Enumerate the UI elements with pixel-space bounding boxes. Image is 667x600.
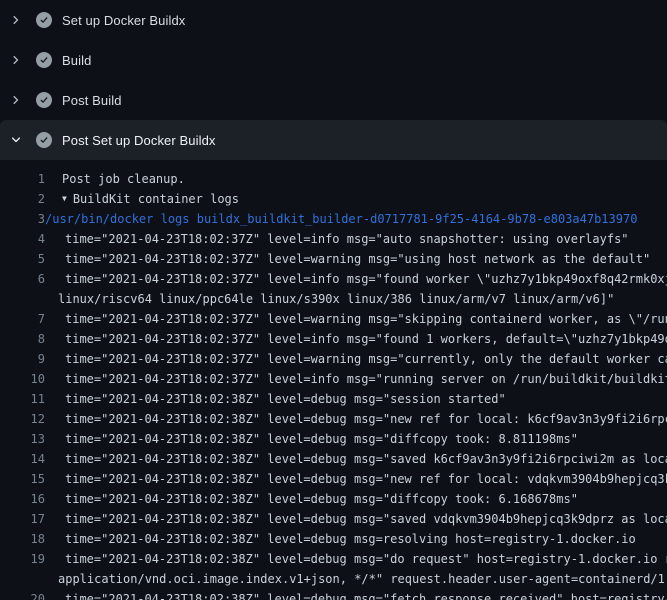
log-line-number[interactable]: 19 xyxy=(0,549,45,569)
check-circle-icon xyxy=(36,132,52,148)
log-line-number[interactable]: 20 xyxy=(0,589,45,600)
log-line-number[interactable]: 11 xyxy=(0,389,45,409)
step-label: Build xyxy=(62,53,91,68)
chevron-right-icon[interactable] xyxy=(10,14,22,26)
log-line-text: time="2021-04-23T18:02:37Z" level=info m… xyxy=(65,369,667,389)
log-line: 16 time="2021-04-23T18:02:38Z" level=deb… xyxy=(0,489,667,509)
chevron-down-icon[interactable] xyxy=(10,134,22,146)
log-line: 17 time="2021-04-23T18:02:38Z" level=deb… xyxy=(0,509,667,529)
log-line-number[interactable]: 10 xyxy=(0,369,45,389)
step-row[interactable]: Post Build xyxy=(0,80,667,120)
log-line: 15 time="2021-04-23T18:02:38Z" level=deb… xyxy=(0,469,667,489)
log-line: 18 time="2021-04-23T18:02:38Z" level=deb… xyxy=(0,529,667,549)
log-line-text: time="2021-04-23T18:02:37Z" level=warnin… xyxy=(65,349,667,369)
log-line: 7 time="2021-04-23T18:02:37Z" level=warn… xyxy=(0,309,667,329)
log-line-number[interactable]: 5 xyxy=(0,249,45,269)
log-line-text: time="2021-04-23T18:02:38Z" level=debug … xyxy=(65,549,667,569)
log-line-number[interactable]: 7 xyxy=(0,309,45,329)
log-line-text: time="2021-04-23T18:02:38Z" level=debug … xyxy=(65,529,636,549)
log-line-number[interactable]: 12 xyxy=(0,409,45,429)
log-line: 5 time="2021-04-23T18:02:37Z" level=warn… xyxy=(0,249,667,269)
log-line: 8 time="2021-04-23T18:02:37Z" level=info… xyxy=(0,329,667,349)
log-line-number[interactable]: 16 xyxy=(0,489,45,509)
log-line: 14 time="2021-04-23T18:02:38Z" level=deb… xyxy=(0,449,667,469)
log-line-text: linux/riscv64 linux/ppc64le linux/s390x … xyxy=(58,289,614,309)
log-line-text: time="2021-04-23T18:02:37Z" level=info m… xyxy=(65,229,629,249)
log-line-text: time="2021-04-23T18:02:37Z" level=info m… xyxy=(65,269,667,289)
log-line-text: time="2021-04-23T18:02:38Z" level=debug … xyxy=(65,389,506,409)
check-circle-icon xyxy=(36,92,52,108)
log-line-text: time="2021-04-23T18:02:38Z" level=debug … xyxy=(65,489,578,509)
log-line-text: time="2021-04-23T18:02:37Z" level=info m… xyxy=(65,329,667,349)
log-line-number[interactable]: 18 xyxy=(0,529,45,549)
log-line: 4 time="2021-04-23T18:02:37Z" level=info… xyxy=(0,229,667,249)
log-line-number[interactable]: 3 xyxy=(0,209,45,229)
log-line-number[interactable]: 17 xyxy=(0,509,45,529)
step-label: Post Set up Docker Buildx xyxy=(62,133,216,148)
log-line-number[interactable]: 14 xyxy=(0,449,45,469)
log-line: 3 /usr/bin/docker logs buildx_buildkit_b… xyxy=(0,209,667,229)
log-line-text: BuildKit container logs xyxy=(73,189,239,209)
log-line-number[interactable]: 8 xyxy=(0,329,45,349)
log-line-number[interactable]: 9 xyxy=(0,349,45,369)
log-line-text: time="2021-04-23T18:02:37Z" level=warnin… xyxy=(65,249,650,269)
log-line-text: application/vnd.oci.image.index.v1+json,… xyxy=(58,569,667,589)
log-line: application/vnd.oci.image.index.v1+json,… xyxy=(0,569,667,589)
step-label: Set up Docker Buildx xyxy=(62,13,185,28)
log-lines-container: 1 Post job cleanup. 2 ▼ BuildKit containe… xyxy=(0,160,667,600)
step-label: Post Build xyxy=(62,93,122,108)
log-line-text: time="2021-04-23T18:02:37Z" level=warnin… xyxy=(65,309,667,329)
log-line-number[interactable]: 6 xyxy=(0,269,45,289)
group-collapse-caret-icon[interactable]: ▼ xyxy=(62,189,67,209)
log-line-text: /usr/bin/docker logs buildx_buildkit_bui… xyxy=(45,209,637,229)
log-line-number[interactable] xyxy=(0,289,45,309)
steps-list: Set up Docker Buildx Build Post Build Po… xyxy=(0,0,667,160)
log-line-number[interactable] xyxy=(0,569,45,589)
log-line-text: Post job cleanup. xyxy=(62,169,185,189)
log-line-number[interactable]: 2 xyxy=(0,189,45,209)
log-line: 10 time="2021-04-23T18:02:37Z" level=inf… xyxy=(0,369,667,389)
log-line: 11 time="2021-04-23T18:02:38Z" level=deb… xyxy=(0,389,667,409)
log-line-text: time="2021-04-23T18:02:38Z" level=debug … xyxy=(65,409,667,429)
check-circle-icon xyxy=(36,52,52,68)
log-line: 19 time="2021-04-23T18:02:38Z" level=deb… xyxy=(0,549,667,569)
log-line: 9 time="2021-04-23T18:02:37Z" level=warn… xyxy=(0,349,667,369)
log-line: 1 Post job cleanup. xyxy=(0,169,667,189)
check-circle-icon xyxy=(36,12,52,28)
log-line: 6 time="2021-04-23T18:02:37Z" level=info… xyxy=(0,269,667,289)
step-row[interactable]: Set up Docker Buildx xyxy=(0,0,667,40)
log-line-text: time="2021-04-23T18:02:38Z" level=debug … xyxy=(65,589,667,600)
log-line-text: time="2021-04-23T18:02:38Z" level=debug … xyxy=(65,429,578,449)
log-line-number[interactable]: 13 xyxy=(0,429,45,449)
log-line: 12 time="2021-04-23T18:02:38Z" level=deb… xyxy=(0,409,667,429)
log-line-text: time="2021-04-23T18:02:38Z" level=debug … xyxy=(65,469,667,489)
log-line-number[interactable]: 1 xyxy=(0,169,45,189)
log-line-number[interactable]: 15 xyxy=(0,469,45,489)
step-row[interactable]: Build xyxy=(0,40,667,80)
log-line-text: time="2021-04-23T18:02:38Z" level=debug … xyxy=(65,449,667,469)
log-line: 13 time="2021-04-23T18:02:38Z" level=deb… xyxy=(0,429,667,449)
step-row[interactable]: Post Set up Docker Buildx xyxy=(0,120,667,160)
log-line-text: time="2021-04-23T18:02:38Z" level=debug … xyxy=(65,509,667,529)
log-line-number[interactable]: 4 xyxy=(0,229,45,249)
log-line: linux/riscv64 linux/ppc64le linux/s390x … xyxy=(0,289,667,309)
log-line: 2 ▼ BuildKit container logs xyxy=(0,189,667,209)
chevron-right-icon[interactable] xyxy=(10,54,22,66)
log-line: 20 time="2021-04-23T18:02:38Z" level=deb… xyxy=(0,589,667,600)
actions-log-viewer: { "colors": { "page_bg": "#0d1117", "exp… xyxy=(0,0,667,600)
chevron-right-icon[interactable] xyxy=(10,94,22,106)
